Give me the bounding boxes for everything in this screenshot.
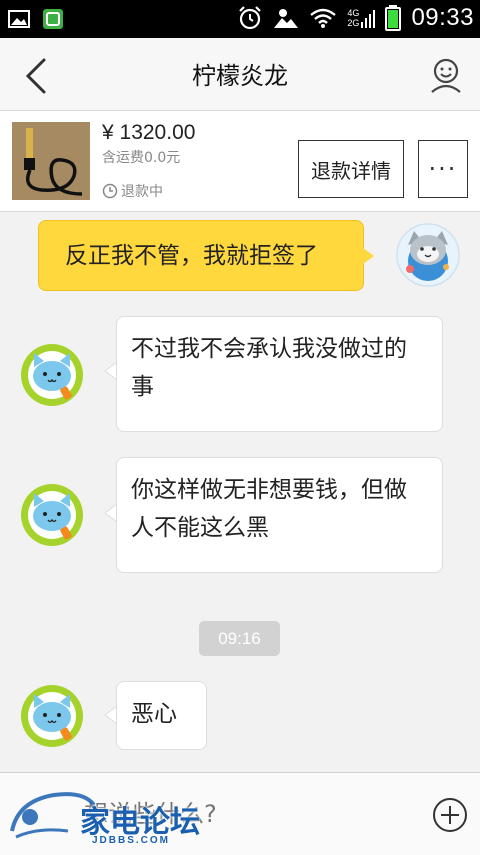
app-notification-icon (43, 9, 63, 29)
refund-status: 退款中 (102, 181, 163, 201)
earphone-image (12, 122, 90, 200)
forum-watermark: 家电论坛 JDBBS.COM (8, 787, 228, 847)
message-text: 反正我不管，我就拒签了 (65, 243, 318, 269)
message-bubble-self[interactable]: 反正我不管，我就拒签了 (38, 220, 364, 291)
nav-bar: 柠檬炎龙 (0, 38, 480, 111)
message-text: 不过我不会承认我没做过的事 (131, 336, 407, 400)
gallery-icon (8, 10, 30, 28)
more-options-button[interactable]: ··· (418, 140, 468, 198)
clock-icon (102, 183, 118, 199)
bubble-tail (363, 248, 374, 264)
message-bubble-contact[interactable]: 不过我不会承认我没做过的事 (116, 316, 443, 432)
page-title: 柠檬炎龙 (192, 62, 288, 90)
order-card: ¥ 1320.00 含运费0.0元 退款中 退款详情 ··· (0, 111, 480, 212)
refund-status-label: 退款中 (121, 184, 163, 200)
shipping-fee: 含运费0.0元 (102, 150, 181, 166)
status-bar: 4G 2G 09:33 (0, 0, 480, 38)
message-timestamp: 09:16 (199, 621, 280, 656)
status-time: 09:33 (411, 4, 474, 31)
order-price: ¥ 1320.00 (102, 121, 196, 144)
contact-avatar[interactable] (20, 684, 84, 748)
contact-avatar[interactable] (20, 483, 84, 547)
network-indicator: 4G 2G (347, 8, 376, 28)
refund-details-button[interactable]: 退款详情 (298, 140, 404, 198)
watermark-url: JDBBS.COM (92, 835, 171, 846)
input-bar: 家电论坛 JDBBS.COM (0, 772, 480, 855)
wifi-icon (310, 8, 337, 28)
signal-icon (361, 10, 376, 28)
alarm-icon (239, 6, 262, 30)
add-circle-icon[interactable] (432, 797, 468, 833)
profile-icon[interactable] (426, 54, 466, 94)
message-text: 你这样做无非想要钱，但做人不能这么黑 (131, 477, 407, 541)
network-4g-label: 4G (347, 8, 360, 18)
message-text: 恶心 (131, 701, 177, 727)
weather-icon (274, 9, 299, 28)
product-thumbnail[interactable] (12, 122, 90, 200)
contact-avatar[interactable] (20, 343, 84, 407)
message-bubble-contact[interactable]: 你这样做无非想要钱，但做人不能这么黑 (116, 457, 443, 573)
self-avatar[interactable] (396, 223, 460, 287)
message-bubble-contact[interactable]: 恶心 (116, 681, 207, 750)
battery-icon (385, 5, 402, 31)
network-2g-label: 2G (347, 18, 360, 28)
